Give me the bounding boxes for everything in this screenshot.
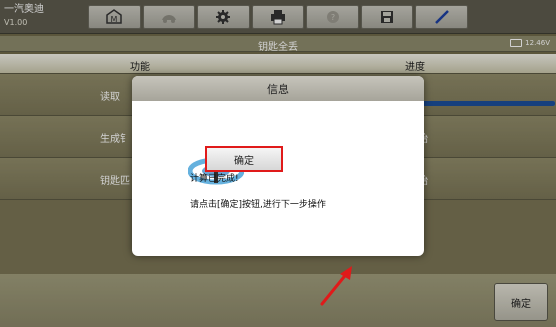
- dialog-title: 信息: [132, 76, 424, 101]
- dialog-ok-button[interactable]: 确定: [205, 146, 283, 172]
- dialog-body: 计算已完成! 请点击[确定]按钮,进行下一步操作: [132, 101, 424, 256]
- pointer-arrow-icon: [320, 266, 352, 306]
- dialog-message-status: 计算已完成!: [190, 174, 239, 184]
- dialog-message-instruction: 请点击[确定]按钮,进行下一步操作: [190, 200, 326, 210]
